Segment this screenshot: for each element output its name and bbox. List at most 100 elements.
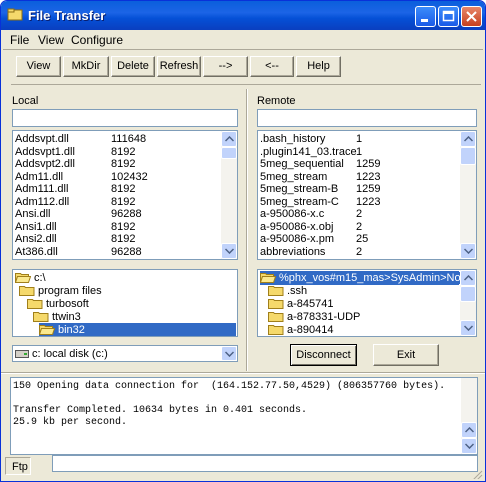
tree-item[interactable]: a-890414 bbox=[268, 323, 334, 336]
scroll-down-button[interactable] bbox=[461, 438, 477, 454]
tree-item[interactable]: bin32 bbox=[39, 323, 236, 336]
remote-file-list[interactable]: .bash_history 1 .plugin141_03.trace 1 5meg_s… bbox=[257, 130, 477, 260]
pane-divider bbox=[246, 89, 248, 371]
tree-item[interactable]: %phx_vos#m15_mas>SysAdmin>No bbox=[260, 271, 461, 285]
delete-button[interactable]: Delete bbox=[111, 56, 155, 77]
log-scrollbar[interactable] bbox=[461, 378, 477, 454]
file-size: 8192 bbox=[111, 158, 136, 170]
maximize-icon bbox=[442, 10, 455, 22]
disconnect-button[interactable]: Disconnect bbox=[290, 344, 357, 366]
close-button[interactable] bbox=[461, 6, 482, 27]
title-bar[interactable]: File Transfer bbox=[1, 1, 485, 30]
window-title: File Transfer bbox=[28, 8, 106, 23]
chevron-up-icon bbox=[464, 136, 473, 142]
log-divider bbox=[1, 372, 485, 374]
minimize-button[interactable] bbox=[415, 6, 436, 27]
ftp-command-input[interactable] bbox=[52, 455, 478, 472]
refresh-button[interactable]: Refresh bbox=[157, 56, 201, 77]
chevron-down-icon bbox=[464, 248, 473, 254]
tree-item-label: a-878331-UDP bbox=[287, 311, 361, 323]
resize-grip-icon[interactable] bbox=[471, 469, 483, 479]
local-folder-tree[interactable]: c:\ program files turbosoft ttwin3 bin32 bbox=[12, 269, 238, 337]
tree-item-label: a-890414 bbox=[287, 324, 334, 336]
file-size: 1259 bbox=[356, 158, 381, 170]
file-name: a-950086-x.obj bbox=[260, 220, 334, 233]
mkdir-button[interactable]: MkDir bbox=[63, 56, 109, 77]
scroll-down-button[interactable] bbox=[460, 243, 476, 259]
folder-icon bbox=[33, 312, 49, 322]
file-name: abbreviations bbox=[260, 245, 326, 258]
tree-item[interactable]: .ssh bbox=[268, 284, 307, 298]
remote-path-input[interactable] bbox=[257, 109, 477, 127]
menu-view[interactable]: View bbox=[38, 33, 64, 47]
download-button[interactable]: <-- bbox=[250, 56, 294, 77]
scroll-thumb[interactable] bbox=[460, 147, 476, 165]
file-name: Adm11.dll bbox=[15, 170, 64, 183]
tree-item-label: %phx_vos#m15_mas>SysAdmin>No bbox=[279, 272, 461, 284]
scroll-up-button[interactable] bbox=[221, 131, 237, 147]
scroll-up-button[interactable] bbox=[461, 422, 477, 438]
chevron-down-icon bbox=[225, 351, 234, 357]
drive-select[interactable]: c: local disk (c:) bbox=[12, 345, 238, 362]
remote-folder-tree[interactable]: %phx_vos#m15_mas>SysAdmin>No .ssh a-845741… bbox=[257, 269, 477, 337]
exit-button[interactable]: Exit bbox=[373, 344, 439, 366]
chevron-up-icon bbox=[465, 427, 474, 433]
menu-configure[interactable]: Configure bbox=[71, 33, 123, 47]
upload-button[interactable]: --> bbox=[203, 56, 248, 77]
remote-list-scrollbar[interactable] bbox=[460, 131, 476, 259]
file-size: 2 bbox=[356, 208, 363, 220]
tree-item[interactable]: a-878331-UDP bbox=[268, 310, 360, 324]
folder-icon bbox=[268, 299, 284, 309]
log-line: Transfer Completed. 10634 bytes in 0.401… bbox=[13, 405, 308, 416]
menu-file[interactable]: File bbox=[10, 33, 29, 47]
scroll-down-button[interactable] bbox=[221, 243, 237, 259]
file-size: 8192 bbox=[111, 220, 136, 233]
file-name: Addsvpt1.dll bbox=[15, 145, 75, 158]
file-name: Addsvpt2.dll bbox=[15, 158, 75, 170]
tree-item[interactable]: program files bbox=[19, 284, 102, 298]
folder-icon bbox=[27, 299, 43, 309]
chevron-down-icon bbox=[465, 443, 474, 449]
remote-tree-scrollbar[interactable] bbox=[460, 270, 476, 336]
log-line: 150 Opening data connection for (164.152… bbox=[13, 381, 446, 392]
status-label-panel: Ftp bbox=[5, 457, 31, 475]
file-size: 96288 bbox=[111, 245, 142, 258]
tree-item[interactable]: turbosoft bbox=[27, 297, 89, 311]
file-size: 1 bbox=[356, 145, 363, 158]
file-name: .bash_history bbox=[260, 133, 326, 145]
scroll-down-button[interactable] bbox=[460, 320, 476, 336]
log-line: 25.9 kb per second. bbox=[13, 417, 128, 428]
drive-dropdown-button[interactable] bbox=[221, 346, 237, 361]
maximize-button[interactable] bbox=[438, 6, 459, 27]
close-icon bbox=[466, 11, 477, 22]
file-size: 2 bbox=[356, 220, 363, 233]
tree-item-label: ttwin3 bbox=[52, 311, 81, 323]
help-button[interactable]: Help bbox=[296, 56, 341, 77]
file-size: 1223 bbox=[356, 170, 381, 183]
file-name: At386.dll bbox=[15, 245, 58, 258]
log-output[interactable]: 150 Opening data connection for (164.152… bbox=[10, 377, 478, 455]
local-path-input[interactable] bbox=[12, 109, 238, 127]
local-list-scrollbar[interactable] bbox=[221, 131, 237, 259]
chevron-down-icon bbox=[225, 248, 234, 254]
scroll-up-button[interactable] bbox=[460, 131, 476, 147]
file-name: 5meg_stream-C bbox=[260, 195, 339, 208]
view-button[interactable]: View bbox=[16, 56, 61, 77]
scroll-up-button[interactable] bbox=[460, 270, 476, 286]
file-size: 8192 bbox=[111, 195, 136, 208]
tree-item-label: bin32 bbox=[58, 324, 85, 336]
tree-item[interactable]: a-845741 bbox=[268, 297, 334, 311]
tree-item[interactable]: c:\ bbox=[15, 271, 46, 285]
folder-icon bbox=[19, 286, 35, 296]
open-folder-icon bbox=[260, 273, 276, 283]
app-icon bbox=[7, 8, 23, 21]
scroll-thumb[interactable] bbox=[460, 286, 476, 302]
scroll-thumb[interactable] bbox=[221, 147, 237, 159]
file-size: 8192 bbox=[111, 183, 136, 195]
file-size: 96288 bbox=[111, 208, 142, 220]
menu-separator bbox=[3, 49, 483, 50]
tree-item[interactable]: ttwin3 bbox=[33, 310, 81, 324]
file-transfer-window: File Transfer File View Configure View M… bbox=[0, 0, 486, 482]
open-folder-icon bbox=[39, 325, 55, 335]
local-file-list[interactable]: Addsvpt.dll 111648 Addsvpt1.dll 8192 Addsvpt… bbox=[12, 130, 238, 260]
